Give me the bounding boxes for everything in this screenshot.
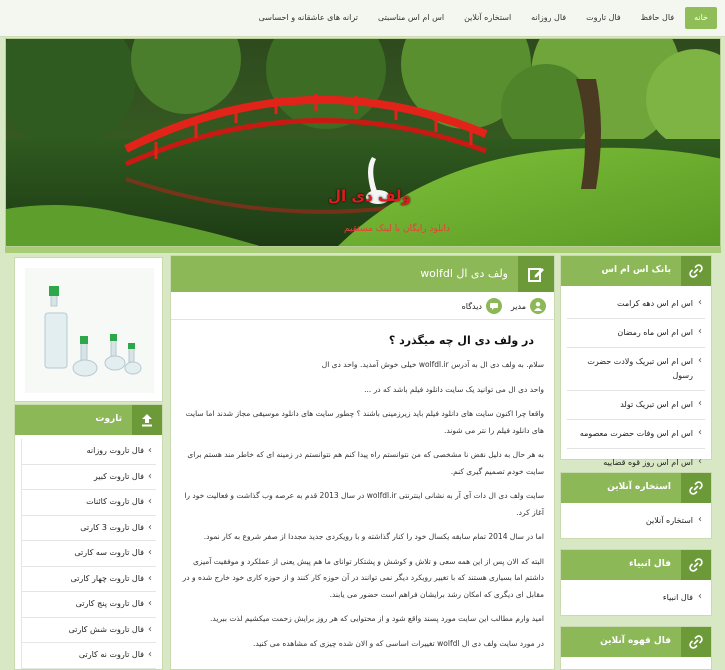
- user-icon: [530, 298, 546, 314]
- coffee-widget: فال قهوه آنلاین: [560, 626, 712, 670]
- list-item[interactable]: فال تاروت کبیر: [21, 464, 156, 490]
- list-item[interactable]: فال تاروت چهار کارتی: [21, 566, 156, 592]
- nav-item-hafez[interactable]: فال حافظ: [632, 7, 683, 29]
- nav-item-estekhare[interactable]: استخاره آنلاین: [455, 7, 520, 29]
- list-item[interactable]: فال تاروت روزانه: [21, 439, 156, 465]
- list-item[interactable]: اس ام اس تبریک تولد: [567, 391, 705, 420]
- meta-author-label: مدیر: [510, 301, 526, 311]
- article-paragraph: البته که الان پس از این همه سعی و تلاش و…: [182, 556, 544, 599]
- article-paragraph: سلام. به ولف دی ال به آدرس wolfdl.ir خیل…: [321, 360, 544, 369]
- anbia-widget: فال انبیاء فال انبیاء: [560, 549, 712, 616]
- list-item[interactable]: اس ام اس دهه کرامت: [567, 290, 705, 319]
- estekhare-widget: استخاره آنلاین استخاره آنلاین: [560, 472, 712, 539]
- article-paragraph: سایت ولف دی ال دات آی آر به نشانی اینترن…: [184, 491, 544, 517]
- meta-author[interactable]: مدیر: [511, 298, 546, 314]
- list-item[interactable]: فال تاروت سه کارتی: [21, 541, 156, 567]
- article-paragraph: اما در سال 2014 تمام سابقه یکسال خود را …: [203, 532, 544, 541]
- sms-bank-widget: بانک اس ام اس اس ام اس دهه کرامت اس ام ا…: [560, 255, 712, 469]
- site-tagline: دانلود رایگان با لینک مستقیم: [344, 224, 451, 234]
- list-item[interactable]: استخاره آنلاین: [567, 507, 705, 535]
- estekhare-title: استخاره آنلاین: [607, 482, 671, 492]
- link-icon: [681, 550, 711, 580]
- product-image: [25, 268, 154, 393]
- nav-item-sms[interactable]: اس ام اس مناسبتی: [369, 7, 453, 29]
- meta-comments[interactable]: دیدگاه: [462, 298, 502, 314]
- article-heading: در ولف دی ال چه میگذرد ؟: [388, 334, 534, 347]
- nav-menu: خانه فال حافظ فال تاروت فال روزانه استخا…: [250, 7, 717, 29]
- main-article: ولف دی ال wolfdl مدیر دیدگاه در ولف دی ا…: [170, 255, 555, 670]
- tarot-list: فال تاروت روزانه فال تاروت کبیر فال تارو…: [15, 435, 162, 670]
- article-meta: مدیر دیدگاه: [171, 292, 554, 320]
- nav-item-tarot[interactable]: فال تاروت: [577, 7, 630, 29]
- comment-icon: [486, 298, 502, 314]
- link-icon: [681, 256, 711, 286]
- article-paragraph: به هر حال به دلیل نقض نا مشخصی که من نتو…: [187, 450, 544, 476]
- coffee-title: فال قهوه آنلاین: [600, 636, 671, 646]
- list-item[interactable]: فال تاروت کائنات: [21, 490, 156, 516]
- list-item[interactable]: اس ام اس ماه رمضان: [567, 319, 705, 348]
- nav-item-home[interactable]: خانه: [685, 7, 717, 29]
- anbia-list: فال انبیاء: [561, 580, 711, 616]
- meta-comments-label: دیدگاه: [461, 301, 482, 311]
- link-icon: [681, 473, 711, 503]
- top-navigation: خانه فال حافظ فال تاروت فال روزانه استخا…: [0, 0, 725, 37]
- estekhare-list: استخاره آنلاین: [561, 503, 711, 539]
- tarot-widget: تاروت فال تاروت روزانه فال تاروت کبیر فا…: [14, 404, 163, 670]
- article-body: در ولف دی ال چه میگذرد ؟ سلام. به ولف دی…: [171, 320, 554, 652]
- article-paragraph: واقعا چرا اکنون سایت های دانلود فیلم بای…: [185, 409, 544, 435]
- estekhare-header: استخاره آنلاین: [561, 473, 711, 503]
- list-item[interactable]: فال تاروت شش کارتی: [21, 617, 156, 643]
- tarot-widget-title: تاروت: [95, 414, 122, 424]
- tarot-widget-header: تاروت: [15, 405, 162, 435]
- banner-image: [6, 39, 720, 246]
- anbia-header: فال انبیاء: [561, 550, 711, 580]
- article-paragraph: واحد دی ال می توانید یک سایت دانلود فیلم…: [364, 384, 544, 394]
- list-item[interactable]: فال تاروت نه کارتی: [21, 643, 156, 669]
- sms-bank-list: اس ام اس دهه کرامت اس ام اس ماه رمضان اس…: [561, 286, 711, 481]
- sms-bank-header: بانک اس ام اس: [561, 256, 711, 286]
- article-paragraph: در مورد سایت ولف دی ال wolfdl تغییرات اس…: [252, 638, 544, 648]
- list-item[interactable]: اس ام اس وفات حضرت معصومه: [567, 420, 705, 449]
- upload-icon: [132, 405, 162, 435]
- product-image-widget: [14, 257, 163, 402]
- list-item[interactable]: اس ام اس تبریک ولادت حضرت رسول: [567, 348, 705, 391]
- list-item[interactable]: فال تاروت 3 کارتی: [21, 515, 156, 541]
- article-title[interactable]: ولف دی ال wolfdl: [420, 267, 508, 280]
- header-banner: ولف دی ال دانلود رایگان با لینک مستقیم: [5, 38, 721, 247]
- list-item[interactable]: فال انبیاء: [567, 584, 705, 612]
- coffee-header: فال قهوه آنلاین: [561, 627, 711, 657]
- article-paragraph: امید وارم مطالب این سایت مورد پسند واقع …: [210, 614, 544, 623]
- edit-icon: [518, 256, 554, 292]
- nav-item-songs[interactable]: ترانه های عاشقانه و احساسی: [250, 7, 367, 29]
- site-title[interactable]: ولف دی ال: [328, 187, 411, 205]
- list-item[interactable]: فال تاروت پنج کارتی: [21, 592, 156, 618]
- sms-bank-title: بانک اس ام اس: [601, 265, 671, 275]
- divider-bar: [5, 247, 721, 253]
- link-icon: [681, 627, 711, 657]
- article-header: ولف دی ال wolfdl: [171, 256, 554, 292]
- anbia-title: فال انبیاء: [628, 559, 671, 569]
- nav-item-daily[interactable]: فال روزانه: [522, 7, 575, 29]
